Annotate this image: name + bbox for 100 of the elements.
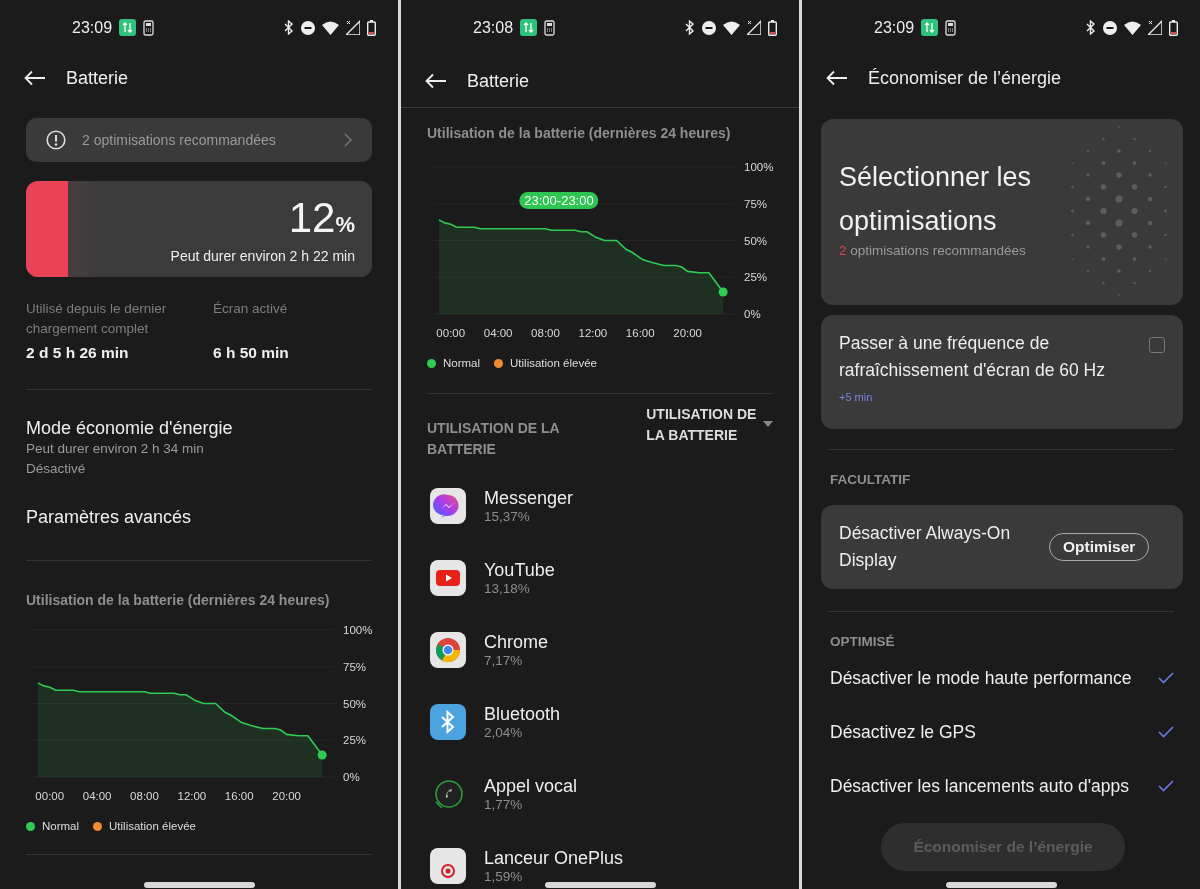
phone-keypad-icon [544,19,556,36]
legend-label: Normal [42,820,80,832]
axis-label: 100% [744,161,773,173]
axis-label: 08:00 [130,790,159,802]
axis-label: 0% [343,771,360,783]
chart-end-dot [317,750,327,760]
app-usage-row[interactable]: YouTube 13,18% [401,542,799,614]
stat-label: Utilisé depuis le dernier chargement complet [26,300,168,338]
axis-label: 25% [744,271,768,284]
target-house-icon [430,848,466,884]
recommendation-count: 2 optimisations recommandées [839,243,1027,258]
app-name: Messenger [484,488,574,509]
axis-label: 20:00 [673,327,702,339]
dropdown-triangle-icon[interactable] [763,421,773,427]
bluetooth-icon [1085,20,1096,35]
chart-end-dot [718,287,728,297]
signal-icon [747,20,761,35]
setting-status: Désactivé [26,460,87,478]
axis-label: 16:00 [625,327,655,339]
screen-title: Économiser de l’énergie [868,67,1062,89]
app-percentage: 7,17% [484,653,524,668]
app-percentage: 1,77% [484,797,524,812]
screen-title: Batterie [66,67,129,89]
optimized-item: Désactiver le mode haute performance [830,667,1133,689]
status-time: 23:09 [72,18,113,37]
screen-title: Batterie [467,70,530,92]
battery-icon [367,19,376,36]
phone-keypad-icon [945,19,957,36]
app-percentage: 15,37% [484,509,531,524]
app-percentage: 1,59% [484,869,524,884]
axis-label: 75% [343,660,367,673]
back-arrow-icon[interactable] [826,70,848,86]
axis-label: 12:00 [177,790,207,802]
app-name: YouTube [484,560,555,581]
status-time: 23:08 [473,18,514,37]
stat-value: 6 h 50 min [213,344,290,362]
optimized-item: Désactivez le GPS [830,721,977,743]
section-header: OPTIMISÉ [830,634,896,649]
app-percentage: 2,04% [484,725,524,740]
app-usage-row[interactable]: Chrome 7,17% [401,614,799,686]
axis-label: 00:00 [436,327,466,339]
sort-dropdown[interactable]: UTILISATION DE LA BATTERIE [646,404,763,460]
setting-subtitle: Peut durer environ 2 h 34 min [26,440,205,458]
signal-icon [346,20,360,35]
advanced-settings-link[interactable]: Paramètres avancés [26,507,372,528]
battery-percentage: 12% [288,194,355,243]
app-usage-row[interactable]: Messenger 15,37% [401,470,799,542]
recommendations-banner[interactable]: 2 optimisations recommandées [26,118,372,162]
battery-icon [1169,19,1178,36]
column-header: UTILISATION DE LA BATTERIE [427,419,561,459]
stat-label: Écran activé [213,300,289,318]
setting-title[interactable]: Mode économie d'énergie [26,418,372,439]
do-not-disturb-icon [301,20,315,35]
back-arrow-icon[interactable] [24,70,46,86]
axis-label: 16:00 [224,790,254,802]
do-not-disturb-icon [702,20,716,35]
back-arrow-icon[interactable] [425,73,447,89]
legend-label: Normal [443,357,481,369]
section-header: FACULTATIF [830,472,912,487]
section-title: Utilisation de la batterie (dernières 24 heures) [427,125,732,141]
optimization-option-card[interactable]: Passer à une fréquence de rafraîchissement d'écran de 60 Hz +5 min [821,315,1183,429]
app-usage-row[interactable]: Bluetooth 2,04% [401,686,799,758]
axis-label: 0% [744,308,761,320]
axis-label: 20:00 [272,790,301,802]
do-not-disturb-icon [1103,20,1117,35]
option-text: Désactiver Always-On Display [839,522,1012,572]
chart-tooltip: 23:00-23:00 [519,192,599,209]
battery-icon [768,19,777,36]
app-name: Bluetooth [484,704,561,725]
app-usage-row[interactable]: Lanceur OnePlus 1,59% [401,830,799,889]
section-title: Utilisation de la batterie (dernières 24 heures) [26,592,331,608]
axis-label: 08:00 [531,327,560,339]
bluetooth-icon [283,20,294,35]
wifi-icon [723,20,740,35]
optimized-item: Désactiver les lancements auto d'apps [830,775,1131,797]
status-time: 23:09 [874,18,915,37]
app-percentage: 13,18% [484,581,531,596]
axis-label: 25% [343,734,367,747]
app-name: Lanceur OnePlus [484,848,624,869]
app-usage-row[interactable]: Appel vocal 1,77% [401,758,799,830]
stat-value: 2 d 5 h 26 min [26,344,130,362]
exclamation-circle-icon [46,130,66,150]
card-title: Sélectionner les optimisations [839,161,1033,238]
bluetooth-icon [684,20,695,35]
checkbox[interactable] [1149,337,1165,353]
data-transfer-icon [520,19,538,36]
axis-label: 75% [744,197,768,210]
axis-label: 100% [343,624,372,636]
option-text: Passer à une fréquence de rafraîchissement d'écran de 60 Hz [839,332,1106,382]
data-transfer-icon [921,19,939,36]
legend-label: Utilisation élevée [109,820,196,832]
axis-label: 00:00 [35,790,65,802]
data-transfer-icon [119,19,137,36]
axis-label: 12:00 [578,327,608,339]
chat-bubble-icon [430,488,466,524]
wifi-icon [1124,20,1141,35]
chevron-right-icon [344,133,352,147]
legend-label: Utilisation élevée [510,357,597,369]
play-button-icon [430,560,466,596]
bluetooth-icon [430,704,466,740]
